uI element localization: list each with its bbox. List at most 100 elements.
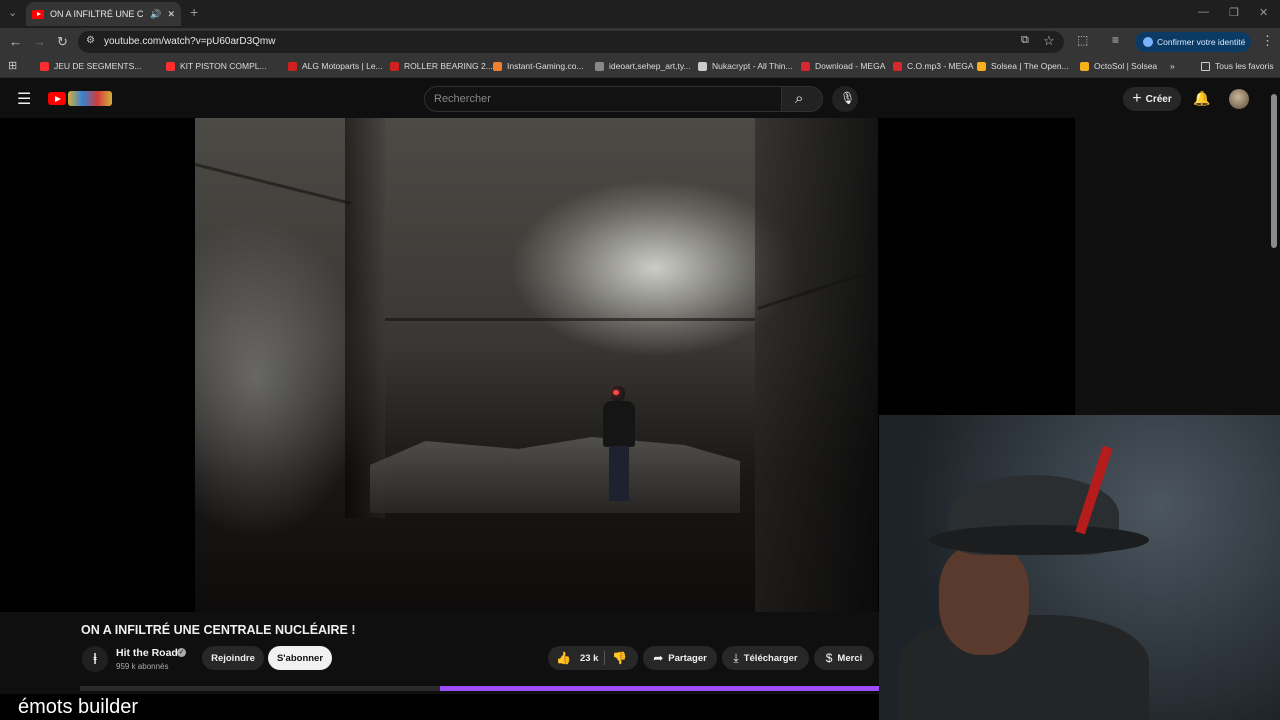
bookmark-favicon-icon [40,61,49,71]
super-thanks-icon: $ [825,651,833,665]
progress-bar-fill [439,686,879,691]
minimize-button[interactable]: — [1198,6,1209,18]
thumbs-down-icon[interactable]: 👎 [612,651,627,665]
thanks-label: Merci [837,652,863,664]
thumbs-up-icon: 👍 [556,651,571,665]
webcam-overlay [879,415,1280,720]
bookmark-item[interactable]: Instant-Gaming.co... [493,61,584,71]
channel-logo-icon: ⱡ [93,650,97,668]
bookmark-item[interactable]: C.O.mp3 - MEGA [893,61,974,71]
bookmark-favicon-icon [893,61,902,71]
channel-name[interactable]: Hit the Road [116,647,178,659]
restore-button[interactable]: ❐ [1229,6,1239,19]
confirm-identity-button[interactable]: Confirmer votre identité [1135,32,1251,52]
bookmark-label: ROLLER BEARING 2... [404,61,493,71]
bookmark-favicon-icon [390,61,399,71]
back-arrow-icon[interactable]: ← [9,34,22,49]
bookmark-favicon-icon [595,61,604,71]
bookmark-favicon-icon [698,61,707,71]
apps-grid-icon[interactable]: ⊞ [8,59,17,72]
bookmark-label: JEU DE SEGMENTS... [54,61,142,71]
bookmark-item[interactable]: Nukacrypt - All Thin... [698,61,793,71]
share-label: Partager [668,652,707,664]
download-button[interactable]: ⤓ Télécharger [722,646,809,670]
channel-avatar[interactable]: ⱡ [82,646,108,672]
bookmark-label: ideoart,sehep_art,ty... [609,61,691,71]
share-arrow-icon: ➦ [653,651,664,665]
search-button[interactable]: ⌕ [781,86,823,112]
youtube-favicon-icon [32,9,44,19]
tab-search-chevron-icon[interactable]: ⌄ [8,6,17,19]
profile-icon [1143,37,1153,47]
install-app-icon[interactable]: ⧉ [1021,34,1029,47]
search-input[interactable]: Rechercher [434,93,491,105]
pipe-back [385,318,755,321]
voice-search-button[interactable]: 🎙 [832,86,858,112]
bookmark-item[interactable]: ALG Motoparts | Le... [288,61,383,71]
guide-menu-icon[interactable]: ☰ [17,89,31,109]
right-wall [755,118,878,612]
forward-arrow-icon[interactable]: → [33,34,46,49]
bookmark-item[interactable]: OctoSol | Solsea [1080,61,1157,71]
youtube-logo[interactable] [48,92,66,105]
user-avatar[interactable] [1229,89,1249,109]
bookmark-label: ALG Motoparts | Le... [302,61,383,71]
create-label: Créer [1145,93,1172,105]
share-button[interactable]: ➦ Partager [643,646,717,670]
hat-brim [929,525,1149,555]
subscribe-label: S'abonner [276,652,324,664]
bookmark-favicon-icon [288,61,297,71]
all-bookmarks-button[interactable]: Tous les favoris [1201,61,1274,71]
notifications-bell-icon[interactable]: 🔔 [1193,90,1210,107]
url-text[interactable]: youtube.com/watch?v=pU60arD3Qmw [104,36,275,47]
overlay-caption: émots builder [18,696,139,718]
bookmark-item[interactable]: Solsea | The Open... [977,61,1069,71]
tab-close-icon[interactable]: ✕ [167,9,175,20]
close-window-button[interactable]: ✕ [1259,6,1268,19]
confirm-identity-label: Confirmer votre identité [1157,37,1246,47]
tab-strip: ⌄ ON A INFILTRÉ UNE CENTR 🔊 ✕ + — ❐ ✕ [0,0,1280,28]
verified-badge-icon: ✓ [177,648,186,657]
page-scrollbar[interactable] [1271,94,1277,248]
hoodie [899,615,1149,720]
bookmark-item[interactable]: Download - MEGA [801,61,885,71]
join-button[interactable]: Rejoindre [202,646,264,670]
bookmark-label: Download - MEGA [815,61,886,71]
bookmark-label: Solsea | The Open... [991,61,1069,71]
video-frame[interactable] [195,118,878,612]
new-tab-button[interactable]: + [190,4,198,20]
pipe-left [195,163,351,205]
bookmark-label: Nukacrypt - All Thin... [712,61,793,71]
bookmark-item[interactable]: JEU DE SEGMENTS... [40,61,141,71]
like-button[interactable]: 👍 23 k 👎 [548,646,638,670]
subscriber-count: 959 k abonnés [116,662,169,671]
plus-icon: + [1132,90,1142,107]
browser-tab[interactable]: ON A INFILTRÉ UNE CENTR 🔊 ✕ [26,2,181,26]
bookmark-label: C.O.mp3 - MEGA [907,61,974,71]
bookmark-favicon-icon [166,61,175,71]
join-label: Rejoindre [211,652,255,664]
youtube-doodle-logo[interactable] [68,91,112,106]
bookmark-favicon-icon [801,61,810,71]
subscribe-button[interactable]: S'abonner [268,646,332,670]
bookmark-item[interactable]: ROLLER BEARING 2... [390,61,493,71]
download-label: Télécharger [743,652,798,664]
all-bookmarks-label: Tous les favoris [1215,61,1274,71]
bookmark-item[interactable]: ideoart,sehep_art,ty... [595,61,691,71]
browser-menu-icon[interactable]: ⋮ [1261,33,1274,49]
play-icon [55,95,61,102]
site-info-icon[interactable]: ⚙ [86,35,95,46]
speaker-icon[interactable]: 🔊 [150,9,161,20]
create-button[interactable]: + Créer [1123,87,1181,111]
reload-icon[interactable]: ↻ [57,34,68,50]
left-wall [345,118,385,518]
extensions-icon[interactable]: ⬚ [1077,33,1088,47]
bookmark-item[interactable]: KIT PISTON COMPL... [166,61,267,71]
headlamp [613,390,619,395]
reading-list-icon[interactable]: ≡ [1112,33,1119,47]
thanks-button[interactable]: $ Merci [814,646,874,670]
explorer-figure [599,386,639,506]
more-bookmarks-icon[interactable]: » [1170,61,1175,71]
folder-icon [1201,61,1210,71]
bookmark-star-icon[interactable]: ☆ [1043,33,1055,49]
